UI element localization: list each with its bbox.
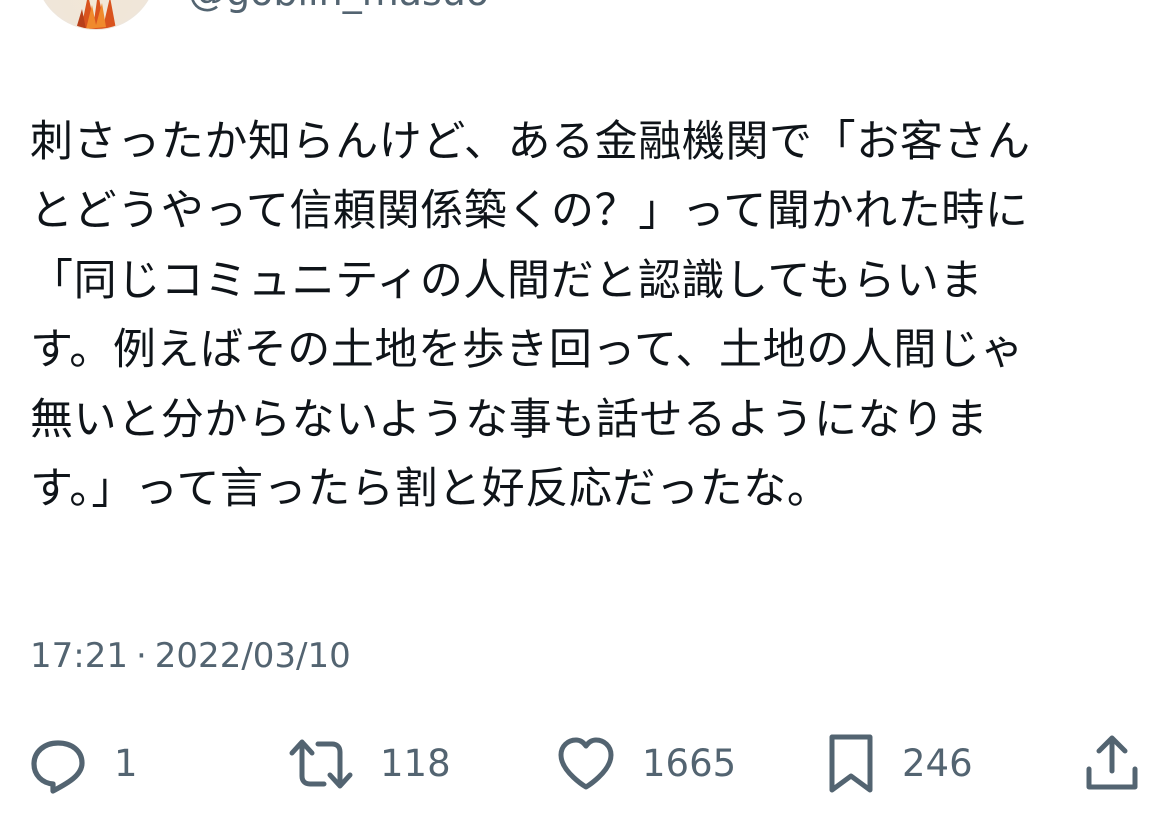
tweet-timestamp[interactable]: 17:21 · 2022/03/10 (30, 634, 351, 678)
retweet-button[interactable]: 118 (288, 724, 451, 804)
retweet-count: 118 (380, 742, 451, 785)
reply-count: 1 (114, 742, 138, 785)
heart-icon (558, 737, 614, 790)
reply-button[interactable]: 1 (28, 724, 138, 804)
like-count: 1665 (642, 742, 737, 785)
avatar[interactable] (35, 0, 157, 30)
bookmark-icon (829, 734, 873, 793)
tweet-time: 17:21 (30, 636, 128, 676)
share-button[interactable] (1084, 724, 1140, 804)
tweet-date: 2022/03/10 (154, 636, 351, 676)
tweet-text: 刺さったか知らんけど、ある金融機関で「お客さん とどうやって信頼関係築くの？」っ… (30, 117, 1031, 515)
avatar-image (76, 0, 116, 29)
retweet-icon (289, 739, 353, 789)
like-button[interactable]: 1665 (556, 724, 736, 804)
meta-separator: · (135, 636, 147, 676)
bookmark-button[interactable]: 246 (826, 724, 973, 804)
action-bar: 1 118 1665 246 (0, 724, 1170, 804)
bookmark-count: 246 (902, 742, 973, 785)
share-icon (1086, 735, 1138, 790)
reply-icon (31, 740, 85, 794)
author-handle[interactable]: @goblin_masuo (188, 0, 489, 14)
